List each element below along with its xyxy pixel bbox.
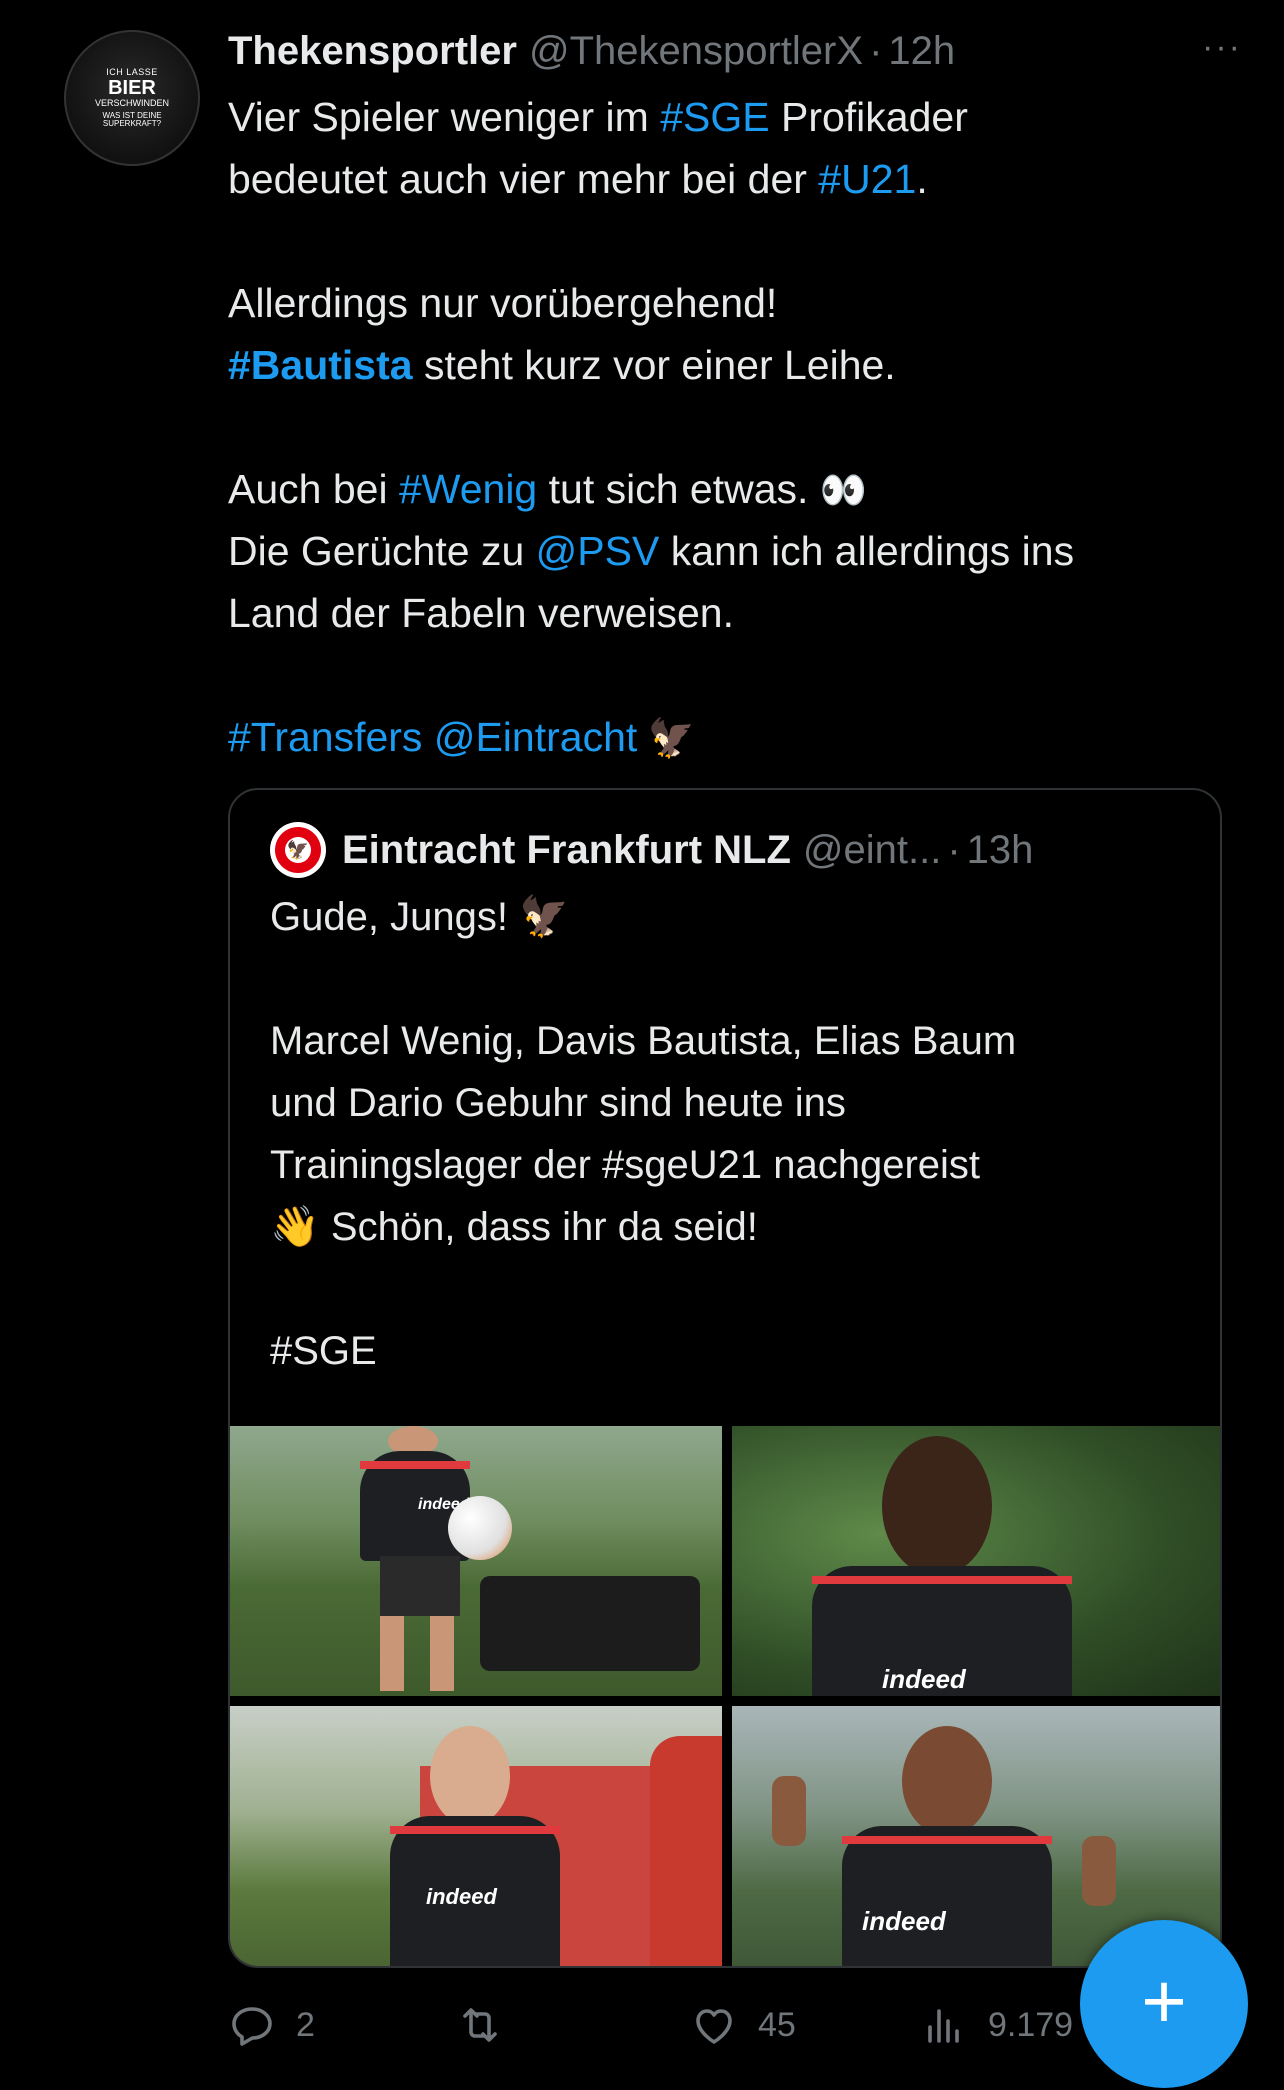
quoted-tweet-text: Gude, Jungs! 🦅 Marcel Wenig, Davis Bauti… bbox=[270, 886, 1200, 1382]
quoted-text-line: Gude, Jungs! 🦅 bbox=[270, 895, 569, 939]
shirt-sponsor-logo: indeed bbox=[862, 1906, 946, 1936]
tweet-text: Vier Spieler weniger im #SGE Profikader … bbox=[228, 86, 1248, 768]
avatar-text-line: SUPERKRAFT? bbox=[102, 119, 162, 128]
quoted-text-line: #SGE bbox=[270, 1329, 377, 1373]
text-segment: Vier Spieler weniger im bbox=[228, 94, 661, 140]
views-button[interactable]: 9.179 bbox=[920, 2001, 1073, 2049]
tweet-text-line: Die Gerüchte zu @PSV kann ich allerdings… bbox=[228, 520, 1248, 582]
like-count: 45 bbox=[758, 2005, 796, 2044]
quoted-text-line: Marcel Wenig, Davis Bautista, Elias Baum bbox=[270, 1019, 1017, 1063]
like-button[interactable]: 45 bbox=[690, 2001, 796, 2049]
tweet[interactable]: ICH LASSE BIER VERSCHWINDEN WAS IST DEIN… bbox=[0, 0, 1284, 2090]
author-name[interactable]: Thekensportler bbox=[228, 29, 517, 74]
quoted-text-line: und Dario Gebuhr sind heute ins bbox=[270, 1081, 846, 1125]
views-chart-icon bbox=[928, 2009, 959, 2043]
retweet-icon bbox=[463, 2008, 497, 2042]
text-segment: bedeutet auch vier mehr bei der bbox=[228, 156, 819, 202]
photo-player-smiling[interactable]: indeed bbox=[732, 1426, 1220, 1696]
retweet-button[interactable] bbox=[456, 2001, 524, 2049]
tweet-text-line: Allerdings nur vorübergehend! bbox=[228, 280, 778, 326]
quoted-tweet[interactable]: 🦅 Eintracht Frankfurt NLZ @eint... · 13h… bbox=[228, 788, 1222, 1968]
hashtag-link[interactable]: #U21 bbox=[818, 156, 916, 202]
quoted-author-handle[interactable]: @eint... bbox=[803, 828, 941, 873]
mention-link[interactable]: @Eintracht bbox=[434, 714, 637, 760]
hashtag-link[interactable]: #SGE bbox=[660, 94, 769, 140]
text-segment: Die Gerüchte zu bbox=[228, 528, 536, 574]
plus-icon: + bbox=[1141, 1957, 1187, 2045]
avatar-text-line: ICH LASSE bbox=[106, 67, 158, 77]
tweet-header: Thekensportler @ThekensportlerX · 12h bbox=[228, 24, 1254, 78]
photo-player-juggling[interactable]: indeed bbox=[230, 1426, 722, 1696]
author-avatar[interactable]: ICH LASSE BIER VERSCHWINDEN WAS IST DEIN… bbox=[64, 30, 200, 166]
heart-icon bbox=[696, 2009, 732, 2044]
author-handle[interactable]: @ThekensportlerX bbox=[529, 29, 863, 74]
quoted-text-line: Trainingslager der #sgeU21 nachgereist bbox=[270, 1143, 981, 1187]
hashtag-link[interactable]: #Bautista bbox=[228, 342, 413, 388]
shirt-sponsor-logo: indeed bbox=[426, 1884, 497, 1909]
reply-count: 2 bbox=[296, 2005, 315, 2044]
separator-dot: · bbox=[947, 827, 961, 872]
reply-icon bbox=[232, 2007, 272, 2046]
tweet-timestamp[interactable]: 12h bbox=[888, 29, 955, 74]
shirt-sponsor-logo: indeed bbox=[882, 1664, 966, 1694]
text-segment: tut sich etwas. bbox=[537, 466, 820, 512]
eagle-icon: 🦅 bbox=[285, 837, 311, 863]
avatar-text-line: VERSCHWINDEN bbox=[94, 98, 169, 108]
club-crest-icon: 🦅 bbox=[275, 827, 321, 873]
text-segment: steht kurz vor einer Leihe. bbox=[412, 342, 896, 388]
text-segment bbox=[422, 714, 433, 760]
eyes-emoji: 👀 bbox=[819, 470, 868, 512]
tweet-actions: 2 45 9.179 bbox=[228, 1990, 1128, 2060]
text-segment: Profikader bbox=[769, 94, 968, 140]
quoted-author-name[interactable]: Eintracht Frankfurt NLZ bbox=[342, 828, 791, 873]
photo-grid: indeed indeed indeed indeed bbox=[230, 1426, 1220, 1966]
eagle-emoji: 🦅 bbox=[637, 718, 696, 760]
quoted-tweet-timestamp[interactable]: 13h bbox=[967, 828, 1034, 873]
tweet-text-line: #Bautista steht kurz vor einer Leihe. bbox=[228, 334, 1248, 396]
mention-link[interactable]: @PSV bbox=[536, 528, 660, 574]
avatar-text-line: BIER bbox=[108, 77, 156, 99]
photo-player-blond[interactable]: indeed bbox=[230, 1706, 722, 1966]
hashtag-link[interactable]: #Transfers bbox=[228, 714, 422, 760]
reply-button[interactable]: 2 bbox=[228, 2001, 315, 2049]
tweet-text-line: #Transfers @Eintracht 🦅 bbox=[228, 706, 1248, 768]
quoted-text-line: 👋 Schön, dass ihr da seid! bbox=[270, 1205, 758, 1249]
more-options-icon[interactable]: ··· bbox=[1202, 28, 1242, 67]
compose-tweet-button[interactable]: + bbox=[1080, 1920, 1248, 2088]
quoted-author-avatar[interactable]: 🦅 bbox=[270, 822, 326, 878]
quoted-tweet-header: 🦅 Eintracht Frankfurt NLZ @eint... · 13h bbox=[270, 820, 1190, 880]
text-segment: . bbox=[916, 156, 928, 202]
text-segment: kann ich allerdings ins bbox=[659, 528, 1075, 574]
tweet-text-line: bedeutet auch vier mehr bei der #U21. bbox=[228, 148, 1248, 210]
separator-dot: · bbox=[869, 28, 883, 73]
tweet-text-line: Vier Spieler weniger im #SGE Profikader bbox=[228, 86, 1248, 148]
hashtag-link[interactable]: #Wenig bbox=[399, 466, 537, 512]
views-count: 9.179 bbox=[988, 2005, 1074, 2044]
tweet-text-line: Auch bei #Wenig tut sich etwas. 👀 bbox=[228, 458, 1248, 520]
tweet-text-line: Land der Fabeln verweisen. bbox=[228, 590, 734, 636]
text-segment: Auch bei bbox=[228, 466, 399, 512]
